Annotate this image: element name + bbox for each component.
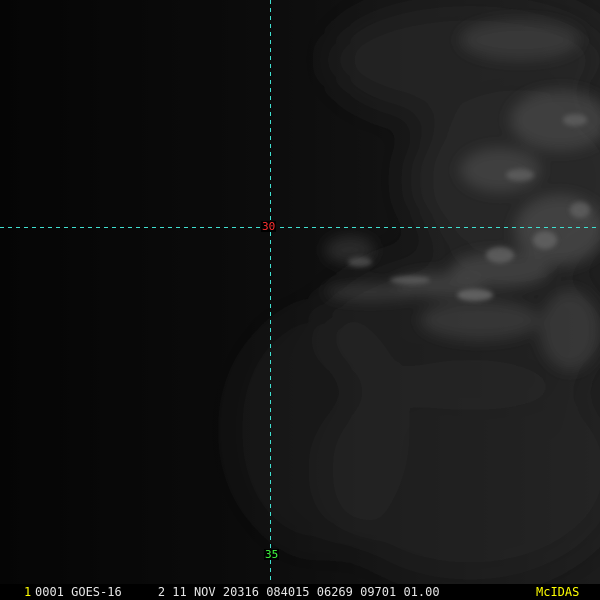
grid-label-30: 30 <box>261 220 277 233</box>
image-metadata-text: 0001 GOES-16 2 11 NOV 20316 084015 06269… <box>35 585 440 599</box>
status-bar: 1 0001 GOES-16 2 11 NOV 20316 084015 062… <box>0 584 600 600</box>
satellite-image-viewer: 30 35 1 0001 GOES-16 2 11 NOV 20316 0840… <box>0 0 600 600</box>
frame-number: 1 <box>24 585 32 599</box>
mcidas-label: McIDAS <box>536 585 580 599</box>
satellite-imagery <box>0 0 600 584</box>
grid-label-35: 35 <box>264 548 280 561</box>
